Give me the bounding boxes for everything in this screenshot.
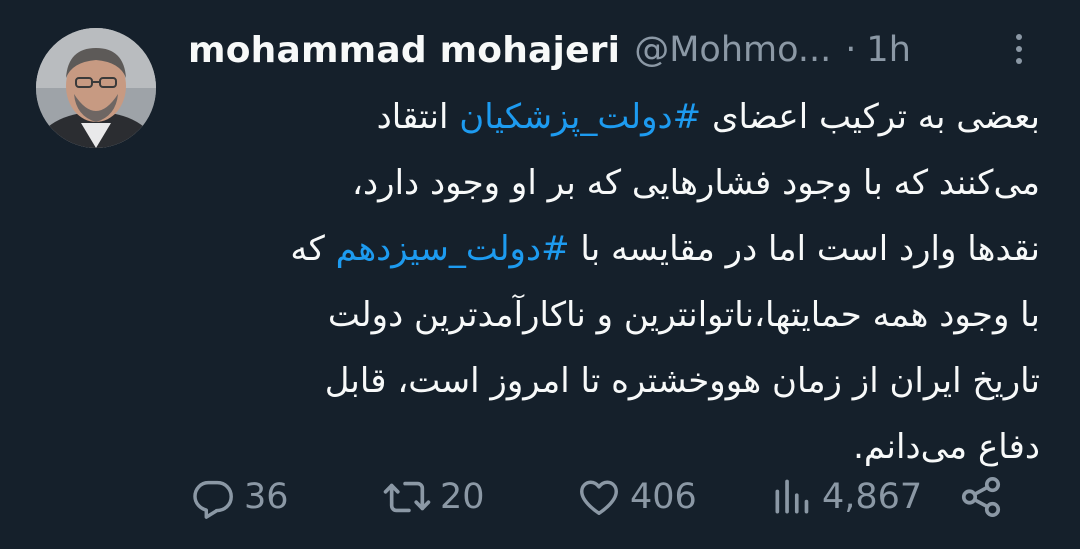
views-button[interactable]: 4,867: [770, 470, 922, 524]
more-vertical-icon[interactable]: [1002, 26, 1036, 72]
action-bar: 36 20 406 4,867: [190, 470, 1040, 524]
reply-count: 36: [244, 477, 289, 517]
author-handle[interactable]: @Mohmo...: [634, 30, 831, 70]
heart-icon: [576, 474, 622, 520]
separator-dot: ·: [845, 30, 857, 70]
retweet-count: 20: [440, 477, 485, 517]
timestamp[interactable]: 1h: [866, 30, 910, 70]
tweet-text-segment: دفاع می‌دانم.: [853, 427, 1040, 467]
retweet-icon: [382, 474, 432, 520]
tweet-text-segment: می‌کنند که با وجود فشارهایی که بر او وجو…: [352, 163, 1040, 203]
tweet-line: با وجود همه حمایتها،ناتوانترین و ناکارآم…: [200, 282, 1040, 348]
share-icon: [958, 474, 1004, 520]
tweet-text-segment: که: [290, 229, 336, 269]
comment-icon: [190, 474, 236, 520]
retweet-button[interactable]: 20: [382, 470, 485, 524]
avatar[interactable]: [36, 28, 156, 148]
tweet-line: بعضی به ترکیب اعضای #دولت_پزشکیان انتقاد: [200, 84, 1040, 150]
tweet-line: می‌کنند که با وجود فشارهایی که بر او وجو…: [200, 150, 1040, 216]
tweet-line: تاریخ ایران از زمان هووخشتره تا امروز اس…: [200, 348, 1040, 414]
view-count: 4,867: [822, 477, 923, 517]
hashtag-link[interactable]: #دولت_سیزدهم: [336, 229, 570, 269]
reply-button[interactable]: 36: [190, 470, 289, 524]
hashtag-link[interactable]: #دولت_پزشکیان: [459, 97, 701, 137]
tweet-text-segment: با وجود همه حمایتها،ناتوانترین و ناکارآم…: [327, 295, 1040, 335]
share-button[interactable]: [958, 470, 1004, 524]
avatar-image: [36, 28, 156, 148]
tweet-text-segment: بعضی به ترکیب اعضای: [701, 97, 1040, 137]
tweet-text-segment: تاریخ ایران از زمان هووخشتره تا امروز اس…: [324, 361, 1040, 401]
like-button[interactable]: 406: [576, 470, 697, 524]
views-chart-icon: [770, 474, 814, 520]
tweet-line: نقدها وارد است اما در مقایسه با #دولت_سی…: [200, 216, 1040, 282]
tweet-text-segment: نقدها وارد است اما در مقایسه با: [569, 229, 1040, 269]
like-count: 406: [630, 477, 697, 517]
author-name[interactable]: mohammad mohajeri: [188, 30, 620, 71]
tweet-text: بعضی به ترکیب اعضای #دولت_پزشکیان انتقاد…: [200, 84, 1040, 480]
tweet-text-segment: انتقاد: [376, 97, 460, 137]
tweet-header: mohammad mohajeri @Mohmo... · 1h: [188, 22, 988, 78]
